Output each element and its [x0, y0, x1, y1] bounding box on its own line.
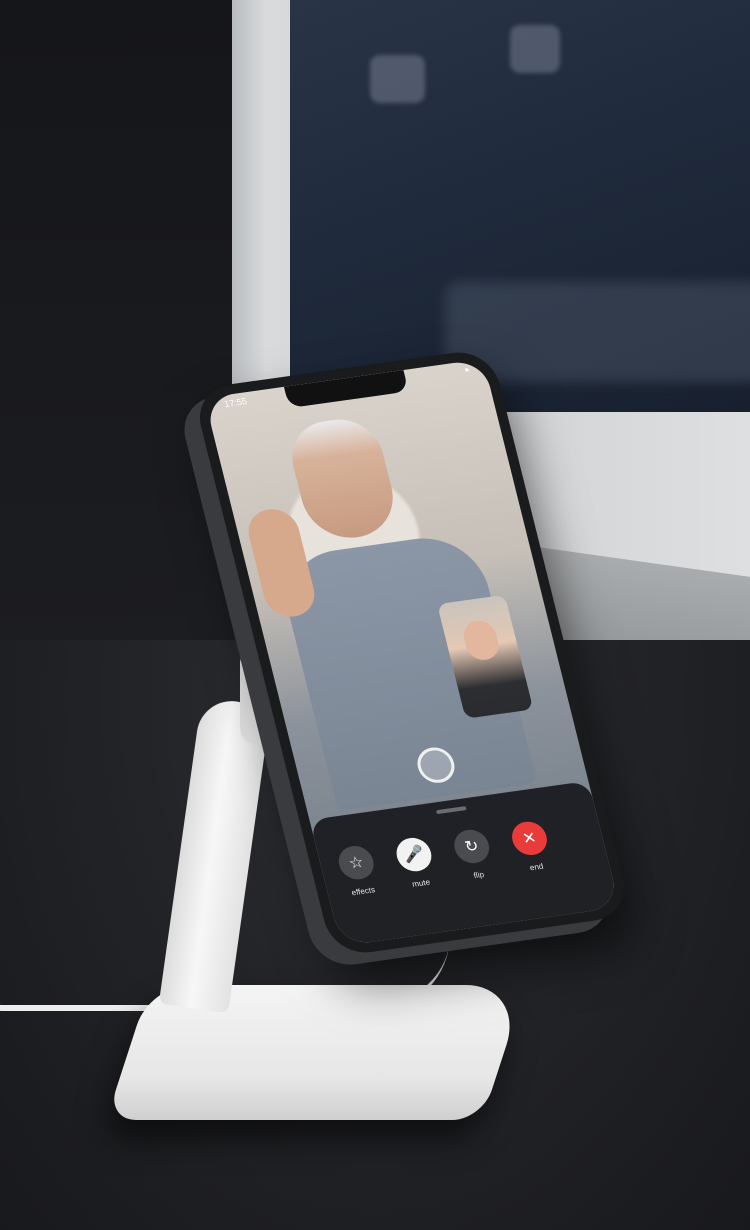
- mute-label: mute: [411, 877, 432, 889]
- flip-button[interactable]: ↻ flip: [443, 826, 505, 882]
- control-bar-grabber[interactable]: [435, 806, 467, 815]
- photo-scene: 17:55 ● ☆ effects 🎤 mute ↻ flip ✕ end: [0, 0, 750, 1230]
- close-icon: ✕: [508, 819, 551, 858]
- desktop-icon: [370, 55, 425, 103]
- flip-label: flip: [472, 870, 486, 881]
- camera-flip-icon: ↻: [450, 827, 493, 866]
- self-view-face: [460, 618, 502, 662]
- mic-slash-icon: 🎤: [392, 835, 435, 874]
- desktop-icon: [510, 25, 560, 73]
- effects-label: effects: [350, 885, 377, 898]
- end-label: end: [528, 861, 545, 873]
- star-effects-icon: ☆: [335, 843, 378, 882]
- effects-button[interactable]: ☆ effects: [327, 843, 389, 899]
- end-call-button[interactable]: ✕ end: [500, 818, 562, 874]
- caller-head: [283, 414, 403, 544]
- mute-button[interactable]: 🎤 mute: [385, 835, 447, 891]
- stand-base: [106, 985, 526, 1120]
